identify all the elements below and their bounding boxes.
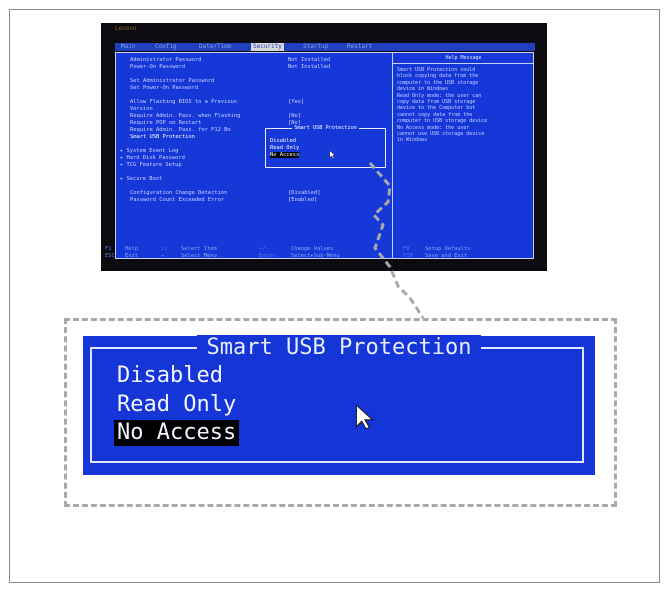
option-no-access-small[interactable]: No Access (270, 152, 300, 158)
value-require-admin-flashing[interactable]: [No] (288, 113, 301, 119)
item-password-count-error[interactable]: Password Count Exceeded Error (130, 197, 224, 203)
popup-small-title: Smart USB Protection (292, 125, 359, 131)
item-admin-password: Administrator Password (130, 57, 202, 63)
item-set-admin-password[interactable]: Set Administrator Password (130, 78, 214, 84)
item-system-event-log[interactable]: ▸ System Event Log (120, 148, 178, 154)
help-header: Help Message (393, 53, 534, 64)
value-password-count-error[interactable]: [Enabled] (288, 197, 317, 203)
key-plus-minus: +/- (259, 246, 269, 252)
option-read-only[interactable]: Read Only (117, 392, 236, 418)
help-line: in Windows (397, 137, 428, 144)
mouse-pointer-icon (355, 403, 374, 430)
key-f10: F10 (403, 253, 413, 259)
tab-config[interactable]: Config (155, 43, 177, 51)
key-f10-label: Save and Exit (425, 253, 468, 259)
brand-logo: Lenovo (115, 25, 137, 32)
key-esc-label: Exit (125, 253, 138, 259)
tab-main[interactable]: Main (121, 43, 135, 51)
key-f1-label: Help (125, 246, 138, 252)
value-allow-flashing-bios[interactable]: [Yes] (288, 99, 304, 105)
option-disabled-small[interactable]: Disabled (270, 138, 296, 144)
smart-usb-popup-small: Smart USB Protection Disabled Read Only … (265, 125, 386, 168)
key-f9-label: Setup Defaults (425, 246, 471, 252)
item-set-power-on-password[interactable]: Set Power-On Password (130, 85, 198, 91)
panel-divider (392, 53, 393, 258)
value-admin-password: Not Installed (288, 57, 331, 63)
mouse-pointer-icon (329, 150, 336, 159)
key-enter-label: Select▸Sub-Menu (291, 253, 340, 259)
item-hard-disk-password[interactable]: ▸ Hard Disk Password (120, 155, 185, 161)
item-allow-flashing-bios[interactable]: Allow Flashing BIOS to a Previous (130, 99, 237, 105)
item-require-admin-f12[interactable]: Require Admin. Pass. for F12 Bo (130, 127, 231, 133)
smart-usb-protection-dialog: Smart USB Protection Disabled Read Only … (83, 335, 595, 475)
key-f9: F9 (403, 246, 410, 252)
bios-menu-bar: Main Config Date/Time Security Startup R… (115, 43, 535, 51)
key-esc: ESC (105, 253, 115, 259)
dialog-title: Smart USB Protection (196, 335, 482, 360)
tab-restart[interactable]: Restart (347, 43, 372, 51)
item-secure-boot[interactable]: ▸ Secure Boot (120, 176, 162, 182)
key-enter: Enter (259, 253, 276, 259)
item-tcg-feature-setup[interactable]: ▸ TCG Feature Setup (120, 162, 182, 168)
key-leftright-label: Select Menu (181, 253, 217, 259)
key-updown: ↑↓ (161, 246, 168, 252)
bios-screen-photo: Lenovo Main Config Date/Time Security St… (101, 23, 547, 271)
tab-startup[interactable]: Startup (303, 43, 328, 51)
tab-date-time[interactable]: Date/Time (199, 43, 232, 51)
item-config-change-detection[interactable]: Configuration Change Detection (130, 190, 227, 196)
tab-security[interactable]: Security (251, 43, 284, 51)
option-read-only-small[interactable]: Read Only (270, 145, 299, 151)
bios-footer: F1 Help ESC Exit ↑↓ Select Item ↔ Select… (101, 243, 547, 271)
item-version: Version (130, 106, 153, 112)
item-power-on-password: Power-On Password (130, 64, 186, 70)
value-power-on-password: Not Installed (288, 64, 331, 70)
key-plus-minus-label: Change Values (291, 246, 334, 252)
item-smart-usb-protection[interactable]: Smart USB Protection (130, 134, 195, 140)
key-updown-label: Select Item (181, 246, 217, 252)
key-f1: F1 (105, 246, 112, 252)
option-disabled[interactable]: Disabled (117, 363, 223, 389)
option-no-access[interactable]: No Access (114, 420, 240, 446)
item-require-pop-restart[interactable]: Require POP on Restart (130, 120, 201, 126)
help-message-text: Smart USB Protection could block copying… (397, 67, 527, 144)
key-leftright: ↔ (161, 253, 165, 259)
item-require-admin-flashing[interactable]: Require Admin. Pass. when Flashing (130, 113, 240, 119)
value-config-change-detection[interactable]: [Disabled] (288, 190, 320, 196)
